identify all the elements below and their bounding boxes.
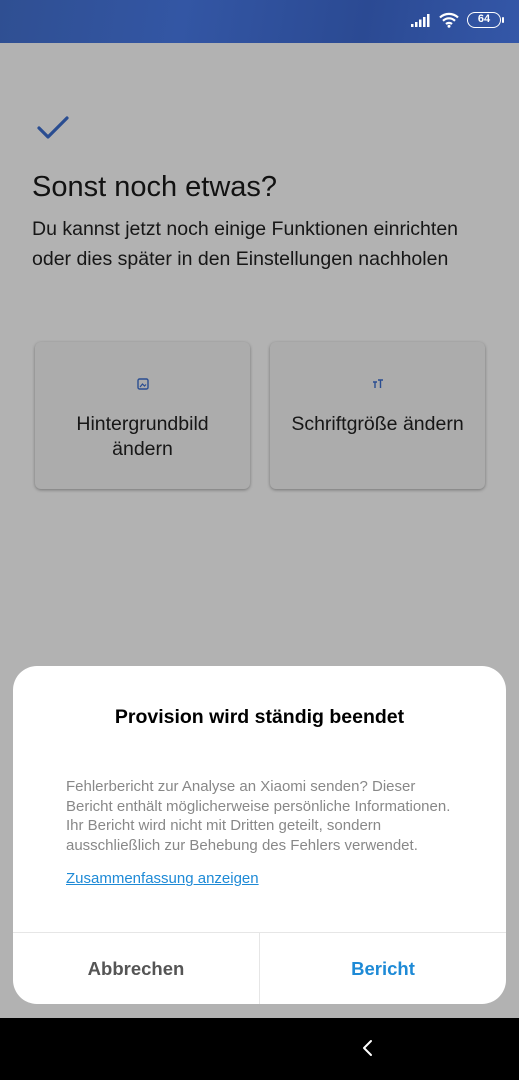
report-button[interactable]: Bericht: [260, 933, 506, 1004]
wifi-icon: [439, 12, 459, 28]
back-icon[interactable]: [358, 1038, 378, 1058]
battery-level: 64: [477, 13, 491, 25]
status-icons: 64: [411, 12, 504, 28]
show-summary-link[interactable]: Zusammenfassung anzeigen: [66, 870, 259, 887]
crash-dialog: Provision wird ständig beendet Fehlerber…: [13, 666, 506, 1004]
dialog-title: Provision wird ständig beendet: [114, 706, 405, 728]
status-bar: 64: [0, 0, 519, 43]
battery-icon: 64: [467, 12, 504, 28]
dialog-message: Fehlerbericht zur Analyse an Xiaomi send…: [66, 778, 451, 854]
signal-icon: [411, 14, 430, 27]
cancel-button[interactable]: Abbrechen: [13, 933, 259, 1004]
navigation-bar: [0, 1018, 519, 1080]
